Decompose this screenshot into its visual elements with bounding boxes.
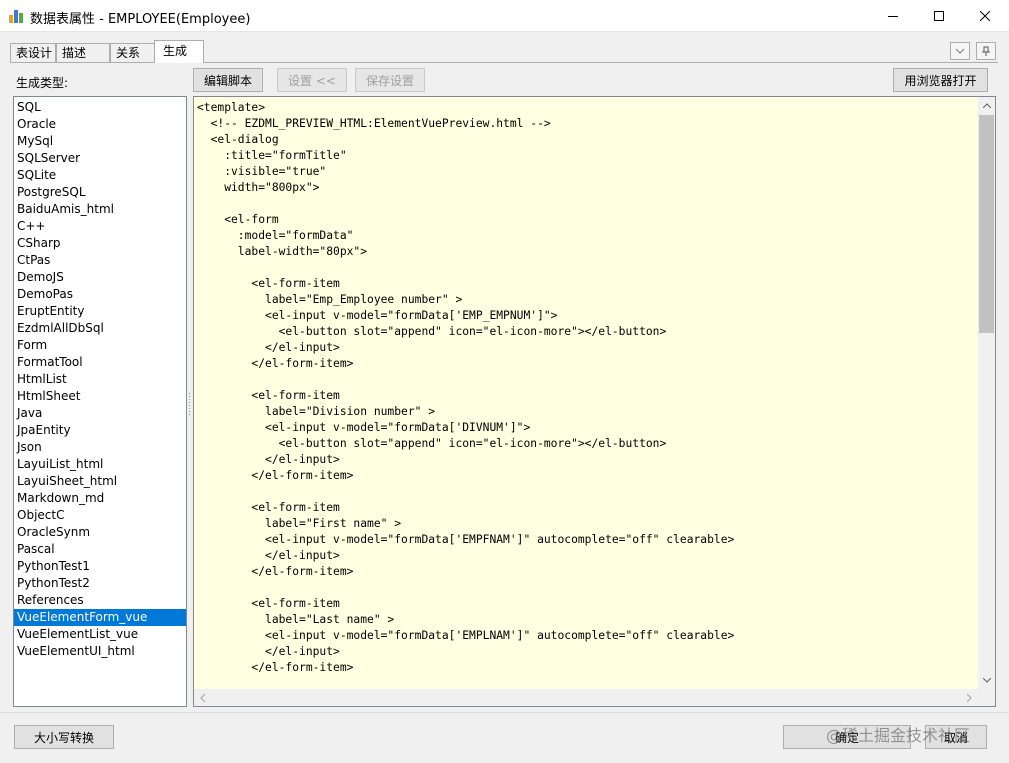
- save-settings-button[interactable]: 保存设置: [355, 68, 425, 92]
- tab-generate[interactable]: 生成: [154, 40, 204, 63]
- code-editor[interactable]: <template> <!-- EZDML_PREVIEW_HTML:Eleme…: [193, 96, 996, 707]
- tab-description[interactable]: 描述: [56, 43, 110, 62]
- list-item[interactable]: Json: [14, 439, 186, 456]
- scroll-right-icon[interactable]: [961, 689, 978, 706]
- list-item[interactable]: SQL: [14, 99, 186, 116]
- horizontal-scrollbar[interactable]: [194, 689, 995, 706]
- list-item[interactable]: HtmlList: [14, 371, 186, 388]
- scroll-up-icon[interactable]: [978, 97, 995, 114]
- list-item[interactable]: EruptEntity: [14, 303, 186, 320]
- generate-type-list[interactable]: SQL Oracle MySql SQLServer SQLite PostgreSQL B…: [13, 96, 187, 707]
- dropdown-button[interactable]: [950, 42, 970, 60]
- list-item[interactable]: DemoJS: [14, 269, 186, 286]
- open-in-browser-button[interactable]: 用浏览器打开: [893, 68, 988, 92]
- pin-icon: [982, 46, 990, 56]
- generated-code[interactable]: <template> <!-- EZDML_PREVIEW_HTML:Eleme…: [197, 100, 734, 676]
- footer-divider: [0, 712, 1009, 713]
- case-convert-button[interactable]: 大小写转换: [14, 725, 114, 749]
- table-app-icon: [9, 9, 23, 23]
- list-item[interactable]: VueElementForm_vue: [14, 609, 186, 626]
- title-bar: 数据表属性 - EMPLOYEE(Employee): [0, 0, 1009, 32]
- list-item[interactable]: PythonTest2: [14, 575, 186, 592]
- list-item[interactable]: BaiduAmis_html: [14, 201, 186, 218]
- vertical-scrollbar[interactable]: [978, 97, 995, 689]
- list-item[interactable]: PostgreSQL: [14, 184, 186, 201]
- list-item[interactable]: LayuiSheet_html: [14, 473, 186, 490]
- list-item[interactable]: References: [14, 592, 186, 609]
- list-item[interactable]: DemoPas: [14, 286, 186, 303]
- list-item[interactable]: Pascal: [14, 541, 186, 558]
- edit-script-button[interactable]: 编辑脚本: [193, 68, 263, 92]
- pin-button[interactable]: [976, 42, 996, 60]
- list-item[interactable]: Oracle: [14, 116, 186, 133]
- list-item[interactable]: Form: [14, 337, 186, 354]
- list-item[interactable]: CtPas: [14, 252, 186, 269]
- list-item[interactable]: CSharp: [14, 235, 186, 252]
- window-title: 数据表属性 - EMPLOYEE(Employee): [30, 12, 251, 27]
- minimize-button[interactable]: [870, 0, 916, 32]
- list-item[interactable]: HtmlSheet: [14, 388, 186, 405]
- list-item[interactable]: ObjectC: [14, 507, 186, 524]
- list-item[interactable]: VueElementUI_html: [14, 643, 186, 660]
- list-item[interactable]: SQLite: [14, 167, 186, 184]
- chevron-down-icon: [955, 48, 965, 54]
- watermark: @稀土掘金技术社区: [826, 726, 971, 745]
- list-item[interactable]: VueElementList_vue: [14, 626, 186, 643]
- list-item[interactable]: EzdmlAllDbSql: [14, 320, 186, 337]
- tab-relations[interactable]: 关系: [110, 43, 156, 62]
- list-item[interactable]: OracleSynm: [14, 524, 186, 541]
- list-item[interactable]: MySql: [14, 133, 186, 150]
- maximize-icon: [934, 11, 944, 21]
- list-item[interactable]: C++: [14, 218, 186, 235]
- scroll-down-icon[interactable]: [978, 672, 995, 689]
- tab-table-design[interactable]: 表设计: [10, 43, 56, 62]
- generate-type-label: 生成类型:: [16, 76, 69, 90]
- scroll-left-icon[interactable]: [194, 689, 211, 706]
- close-icon: [980, 11, 990, 21]
- splitter-handle[interactable]: [188, 392, 192, 416]
- list-item[interactable]: Java: [14, 405, 186, 422]
- list-item[interactable]: FormatTool: [14, 354, 186, 371]
- vertical-scroll-thumb[interactable]: [979, 115, 994, 333]
- list-item[interactable]: Markdown_md: [14, 490, 186, 507]
- list-item[interactable]: JpaEntity: [14, 422, 186, 439]
- close-button[interactable]: [962, 0, 1008, 32]
- list-item[interactable]: PythonTest1: [14, 558, 186, 575]
- settings-button[interactable]: 设置 <<: [277, 68, 347, 92]
- list-item[interactable]: LayuiList_html: [14, 456, 186, 473]
- maximize-button[interactable]: [916, 0, 962, 32]
- list-item[interactable]: SQLServer: [14, 150, 186, 167]
- minimize-icon: [888, 16, 898, 17]
